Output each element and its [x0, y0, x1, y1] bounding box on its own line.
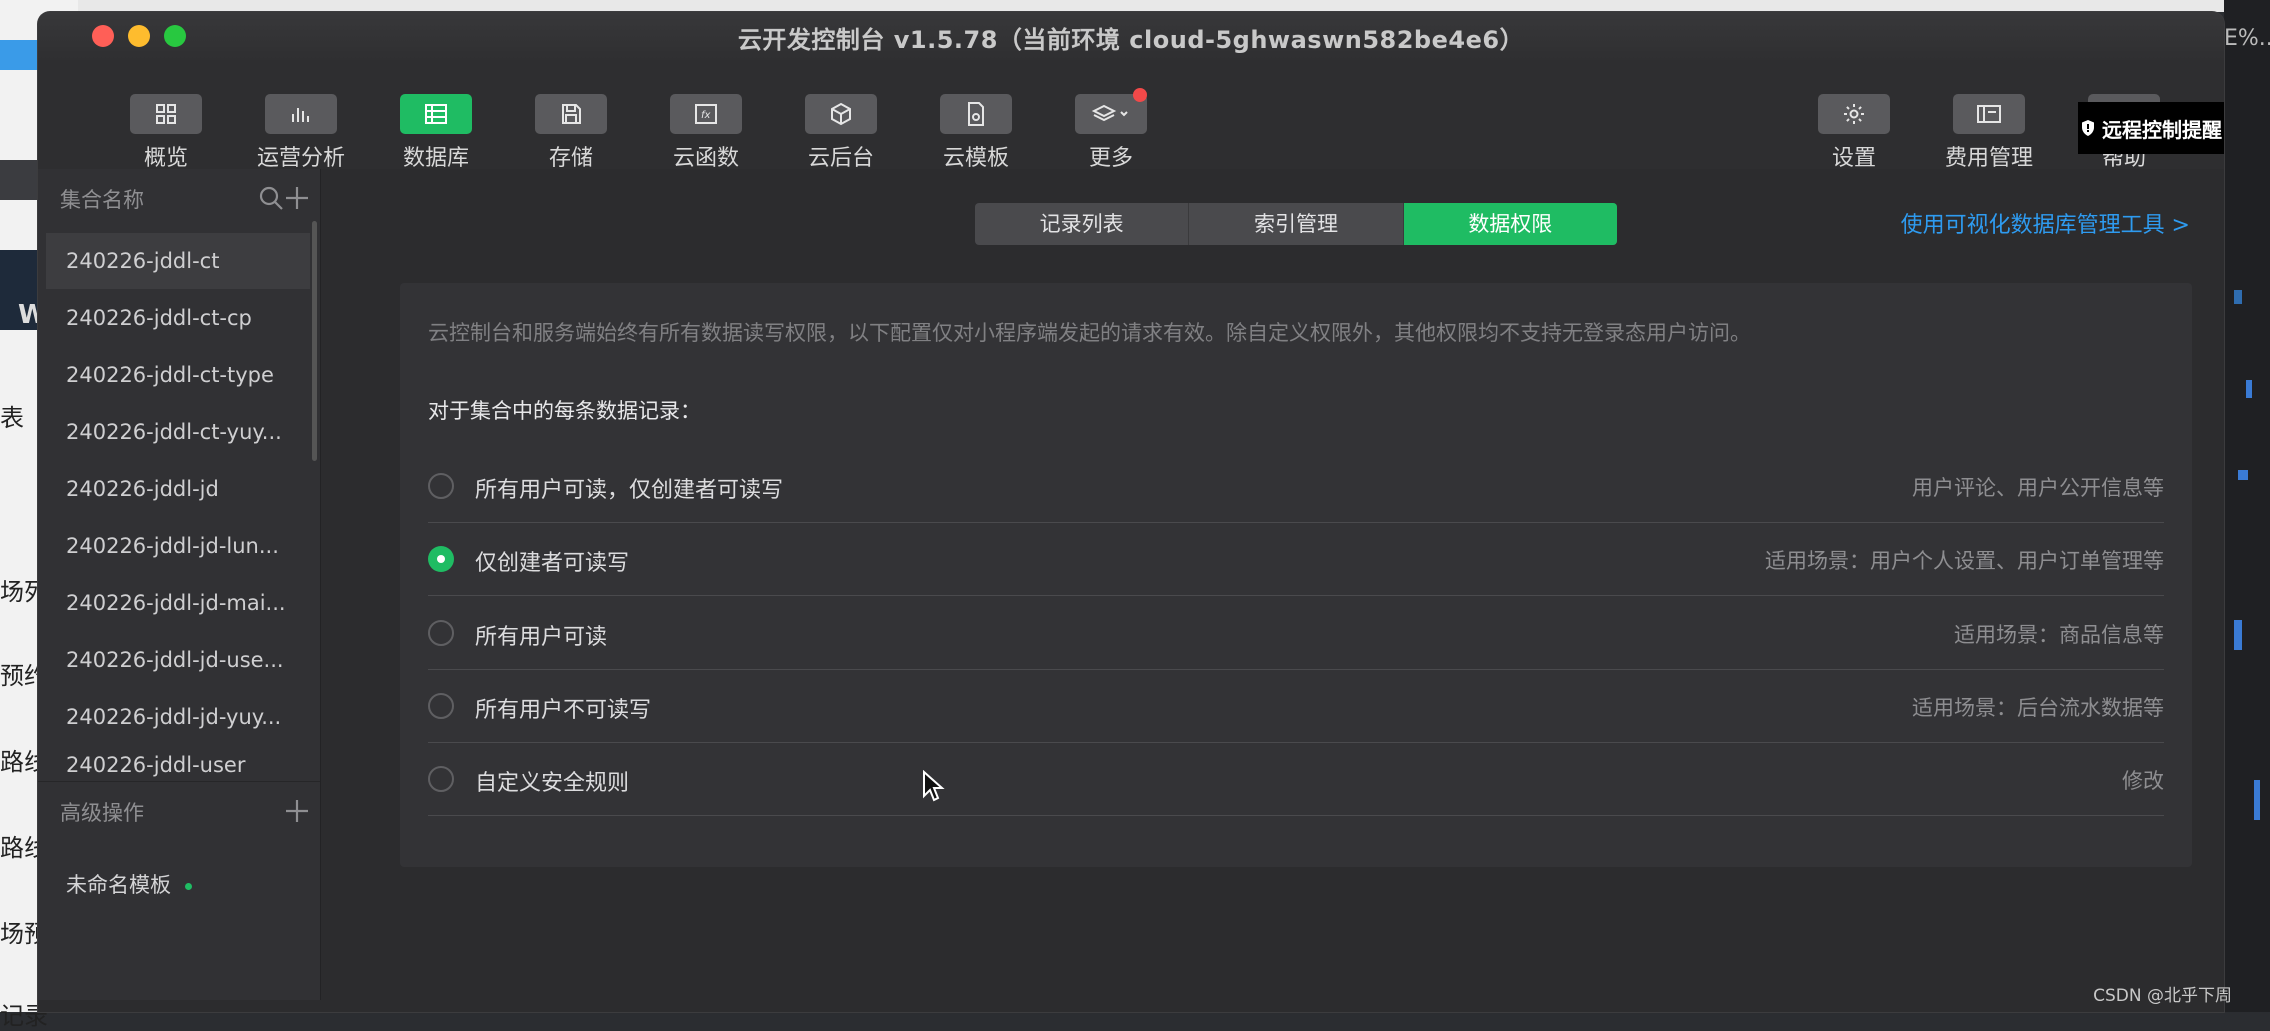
- permission-option[interactable]: 自定义安全规则 修改: [428, 743, 2164, 816]
- option-label: 所有用户可读，仅创建者可读写: [475, 478, 784, 503]
- collection-item[interactable]: 240226-jddl-jd-use...: [46, 632, 310, 688]
- bg-fragment: E%...: [2224, 26, 2270, 51]
- toolbar-overview[interactable]: 概览: [106, 94, 226, 172]
- add-operation-icon[interactable]: [282, 796, 312, 826]
- billing-icon: [1953, 94, 2025, 134]
- remote-control-notice[interactable]: 远程控制提醒: [2078, 102, 2224, 154]
- remote-notice-text: 远程控制提醒: [2102, 117, 2222, 142]
- permission-option[interactable]: 仅创建者可读写 适用场景：用户个人设置、用户订单管理等: [428, 523, 2164, 596]
- radio-button[interactable]: [428, 693, 454, 719]
- permission-option[interactable]: 所有用户可读 适用场景：商品信息等: [428, 597, 2164, 670]
- option-hint: 适用场景：商品信息等: [1954, 623, 2164, 647]
- toolbar-settings[interactable]: 设置: [1794, 94, 1914, 172]
- collection-header-label: 集合名称: [60, 188, 144, 212]
- tab-bar: 记录列表 索引管理 数据权限: [975, 203, 1617, 245]
- grid-icon: [130, 94, 202, 134]
- tab-record-list[interactable]: 记录列表: [975, 203, 1190, 245]
- option-label: 所有用户不可读写: [475, 698, 652, 723]
- template-icon: [940, 94, 1012, 134]
- toolbar-label: 设置: [1831, 146, 1876, 171]
- bg-fragment: 表: [0, 404, 24, 432]
- radio-button[interactable]: [428, 473, 454, 499]
- edit-rule-link[interactable]: 修改: [2122, 765, 2164, 795]
- toolbar-label: 云模板: [942, 146, 1009, 171]
- toolbar-label: 云后台: [807, 146, 874, 171]
- option-label: 所有用户可读: [475, 625, 608, 650]
- permission-option[interactable]: 所有用户可读，仅创建者可读写 用户评论、用户公开信息等: [428, 450, 2164, 523]
- toolbar-templates[interactable]: 云模板: [916, 94, 1036, 172]
- svg-text:fx: fx: [701, 110, 711, 121]
- save-icon: [535, 94, 607, 134]
- toolbar-backend[interactable]: 云后台: [781, 94, 901, 172]
- toolbar-label: 更多: [1088, 146, 1133, 171]
- advanced-header-label: 高级操作: [60, 801, 144, 825]
- radio-button-checked[interactable]: [428, 546, 454, 572]
- desktop-menubar: [0, 0, 2270, 12]
- toolbar-label: 数据库: [402, 146, 469, 171]
- option-label: 自定义安全规则: [475, 771, 630, 796]
- toolbar-storage[interactable]: 存储: [511, 94, 631, 172]
- advanced-header: 高级操作: [38, 782, 320, 840]
- toolbar-more[interactable]: 更多: [1051, 88, 1171, 172]
- template-item[interactable]: 未命名模板: [66, 869, 192, 899]
- toolbar-label: 费用管理: [1944, 146, 2033, 171]
- toolbar-label: 概览: [143, 146, 188, 171]
- collection-item[interactable]: 240226-jddl-ct: [46, 233, 310, 289]
- function-icon: fx: [670, 94, 742, 134]
- watermark: CSDN @北乎下周: [2093, 986, 2232, 1006]
- toolbar-billing[interactable]: 费用管理: [1929, 94, 2049, 172]
- collection-item[interactable]: 240226-jddl-jd-mai...: [46, 575, 310, 631]
- template-name: 未命名模板: [66, 873, 171, 897]
- tab-data-permissions[interactable]: 数据权限: [1403, 203, 1617, 245]
- option-label: 仅创建者可读写: [475, 551, 630, 576]
- section-label: 对于集合中的每条数据记录：: [428, 399, 701, 423]
- collection-item[interactable]: 240226-jddl-jd-yuy...: [46, 689, 310, 745]
- permissions-panel: 云控制台和服务端始终有所有数据读写权限，以下配置仅对小程序端发起的请求有效。除自…: [400, 283, 2192, 867]
- gear-icon: [1818, 94, 1890, 134]
- collection-item[interactable]: 240226-jddl-jd: [46, 461, 310, 517]
- main-toolbar: 概览 运营分析 数据库 存储 fx 云函数 云后台 云模板 更多 设置 费用管理…: [38, 60, 2224, 181]
- window-title: 云开发控制台 v1.5.78（当前环境 cloud-5ghwaswn582be4…: [737, 26, 1525, 54]
- option-hint: 适用场景：用户个人设置、用户订单管理等: [1765, 549, 2164, 573]
- radio-button[interactable]: [428, 620, 454, 646]
- bar-chart-icon: [265, 94, 337, 134]
- permission-notice: 云控制台和服务端始终有所有数据读写权限，以下配置仅对小程序端发起的请求有效。除自…: [428, 321, 1751, 345]
- collection-item[interactable]: 240226-jddl-ct-type: [46, 347, 310, 403]
- collection-item[interactable]: 240226-jddl-ct-yuy...: [46, 404, 310, 460]
- status-dot: [185, 882, 192, 890]
- sidebar-scrollbar[interactable]: [312, 221, 317, 461]
- toolbar-label: 存储: [548, 146, 593, 171]
- tab-index-management[interactable]: 索引管理: [1189, 203, 1404, 245]
- collection-item[interactable]: 240226-jddl-user: [46, 746, 310, 780]
- notification-badge: [1133, 88, 1147, 102]
- toolbar-functions[interactable]: fx 云函数: [646, 94, 766, 172]
- main-content: 记录列表 索引管理 数据权限 使用可视化数据库管理工具 > 云控制台和服务端始终…: [321, 169, 2224, 1000]
- radio-button[interactable]: [428, 766, 454, 792]
- add-collection-icon[interactable]: [282, 183, 312, 213]
- toolbar-database[interactable]: 数据库: [376, 94, 496, 172]
- cube-icon: [805, 94, 877, 134]
- visual-db-tool-link[interactable]: 使用可视化数据库管理工具 >: [1901, 207, 2190, 239]
- collection-item[interactable]: 240226-jddl-jd-lun...: [46, 518, 310, 574]
- toolbar-analytics[interactable]: 运营分析: [241, 94, 361, 172]
- shield-icon: [2082, 120, 2094, 136]
- toolbar-label: 云函数: [672, 146, 739, 171]
- toolbar-label: 运营分析: [256, 146, 345, 171]
- database-icon: [400, 94, 472, 134]
- window-titlebar: 云开发控制台 v1.5.78（当前环境 cloud-5ghwaswn582be4…: [38, 12, 2224, 61]
- background-window-right: E%...: [2224, 0, 2270, 1012]
- option-hint: 适用场景：后台流水数据等: [1912, 696, 2164, 720]
- option-hint: 用户评论、用户公开信息等: [1912, 476, 2164, 500]
- collection-item[interactable]: 240226-jddl-ct-cp: [46, 290, 310, 346]
- collection-sidebar: 集合名称 240226-jddl-ct 240226-jddl-ct-cp 24…: [38, 169, 321, 1000]
- mouse-cursor-icon: [923, 770, 945, 802]
- collection-header: 集合名称: [38, 169, 320, 227]
- permission-option[interactable]: 所有用户不可读写 适用场景：后台流水数据等: [428, 670, 2164, 743]
